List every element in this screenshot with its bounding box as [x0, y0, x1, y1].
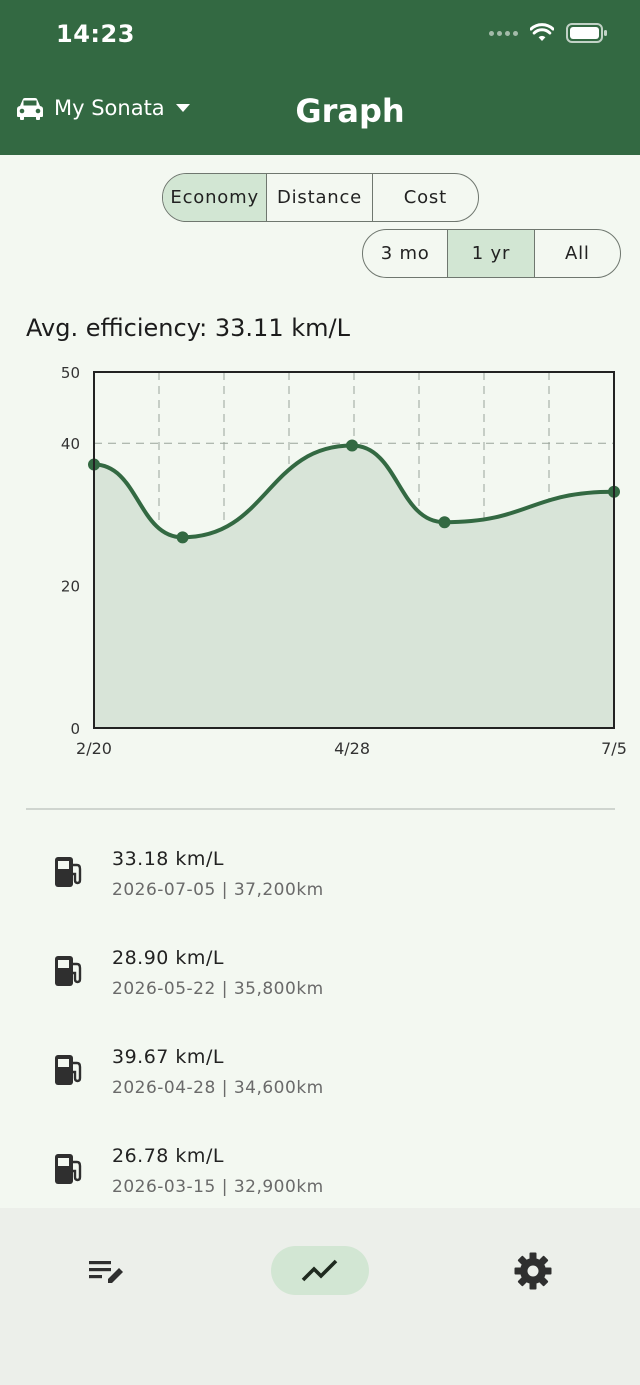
- list-item[interactable]: 39.67 km/L 2026-04-28 | 34,600km: [0, 1028, 640, 1127]
- entry-value: 28.90 km/L: [112, 947, 224, 969]
- x-tick-label: 4/28: [334, 739, 370, 758]
- entry-list: 33.18 km/L 2026-07-05 | 37,200km 28.90 k…: [0, 830, 640, 1226]
- chart-point: [438, 516, 451, 529]
- status-time: 14:23: [56, 20, 135, 48]
- tab-distance[interactable]: Distance: [267, 174, 373, 221]
- fuel-pump-icon: [55, 1154, 82, 1184]
- y-tick-label: 50: [61, 364, 80, 382]
- nav-graph-button[interactable]: [271, 1246, 369, 1295]
- tab-all[interactable]: All: [535, 230, 620, 277]
- fuel-pump-icon: [55, 857, 82, 887]
- y-tick-label: 20: [61, 578, 80, 596]
- tab-3-months[interactable]: 3 mo: [363, 230, 449, 277]
- nav-records-button[interactable]: [84, 1252, 130, 1292]
- wifi-icon: [530, 23, 554, 41]
- chart-area-fill: [94, 445, 614, 728]
- tab-cost[interactable]: Cost: [373, 174, 478, 221]
- page-title: Graph: [295, 92, 405, 130]
- chart-point: [346, 439, 359, 452]
- fuel-pump-icon: [55, 1055, 82, 1085]
- entry-detail: 2026-03-15 | 32,900km: [112, 1177, 324, 1197]
- entry-detail: 2026-04-28 | 34,600km: [112, 1078, 324, 1098]
- tab-economy[interactable]: Economy: [163, 174, 268, 221]
- range-tabs: 3 mo 1 yr All: [362, 229, 621, 278]
- metric-tabs: Economy Distance Cost: [162, 173, 479, 222]
- tab-1-year[interactable]: 1 yr: [448, 230, 535, 277]
- entry-detail: 2026-05-22 | 35,800km: [112, 979, 324, 999]
- battery-icon: [566, 23, 607, 43]
- x-tick-label: 7/5: [601, 739, 627, 758]
- entry-value: 33.18 km/L: [112, 848, 224, 870]
- efficiency-chart: 0 20 40 50 2/20 4/28 7/5: [61, 364, 627, 758]
- y-tick-label: 40: [61, 435, 80, 453]
- trend-line-icon: [301, 1259, 338, 1281]
- list-item[interactable]: 33.18 km/L 2026-07-05 | 37,200km: [0, 830, 640, 929]
- fuel-pump-icon: [55, 956, 82, 986]
- y-tick-label: 0: [70, 720, 80, 738]
- average-efficiency: Avg. efficiency: 33.11 km/L: [26, 314, 350, 342]
- gear-icon: [514, 1252, 552, 1290]
- chart-x-axis: 2/20 4/28 7/5: [76, 739, 627, 758]
- entry-detail: 2026-07-05 | 37,200km: [112, 880, 324, 900]
- edit-list-icon: [89, 1261, 123, 1283]
- chart-point: [176, 531, 189, 544]
- chart-y-axis: 0 20 40 50: [61, 364, 80, 738]
- bottom-navigation: [0, 1208, 640, 1385]
- entry-value: 39.67 km/L: [112, 1046, 224, 1068]
- list-item[interactable]: 28.90 km/L 2026-05-22 | 35,800km: [0, 929, 640, 1028]
- signal-dots-icon: [489, 30, 518, 36]
- nav-settings-button[interactable]: [510, 1248, 556, 1294]
- divider: [26, 808, 615, 810]
- app-header: 14:23 My Sonata Graph: [0, 0, 640, 155]
- x-tick-label: 2/20: [76, 739, 112, 758]
- status-icons: [489, 22, 608, 44]
- entry-value: 26.78 km/L: [112, 1145, 224, 1167]
